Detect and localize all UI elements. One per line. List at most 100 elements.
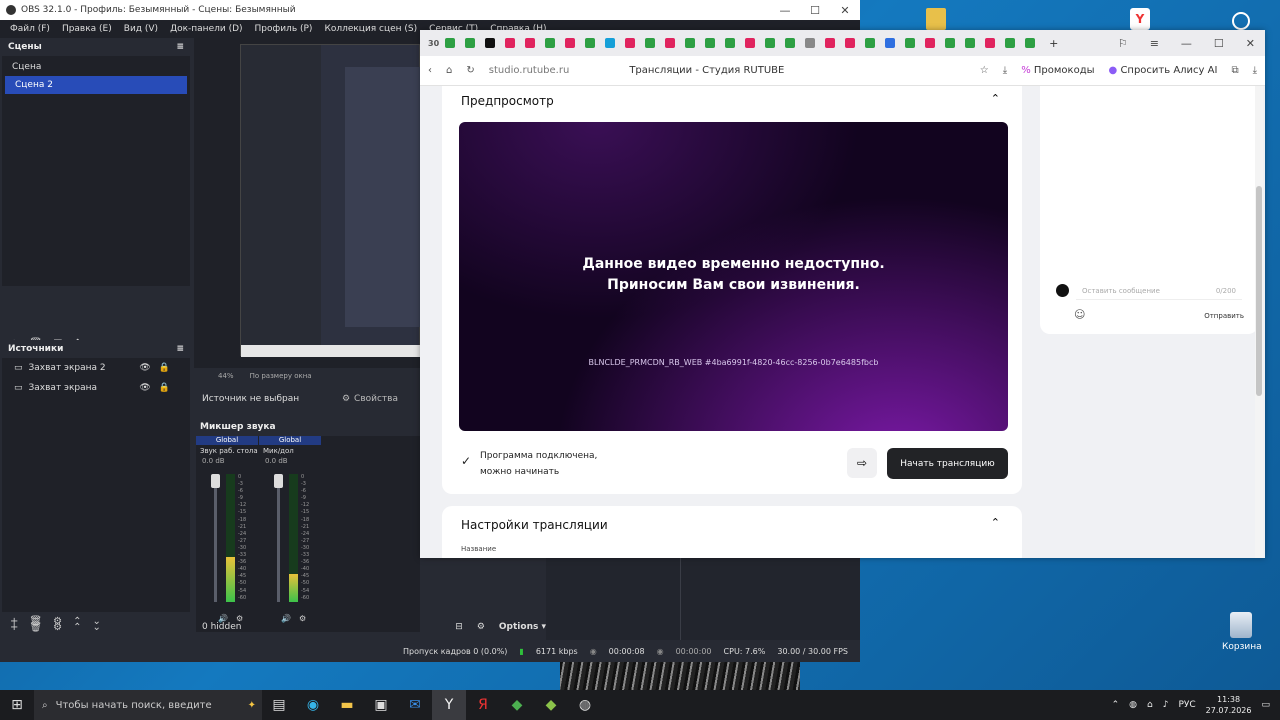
up-icon[interactable]: ⌃ (73, 622, 81, 633)
menu-item[interactable]: Док-панели (D) (164, 24, 248, 34)
start-stream-button[interactable]: Начать трансляцию (887, 448, 1008, 479)
slider-knob[interactable] (211, 474, 220, 488)
alice-button[interactable]: ● Спросить Алису AI (1109, 65, 1218, 76)
tab-counter[interactable]: 30 (428, 39, 439, 48)
extensions-icon[interactable]: ⧉ (1231, 65, 1238, 76)
home-icon[interactable]: ⌂ (446, 65, 452, 76)
obs-taskbar-icon[interactable]: ◍ (568, 690, 602, 720)
slider-knob[interactable] (274, 474, 283, 488)
tray-chevron-icon[interactable]: ⌃ (1112, 700, 1120, 710)
taskbar-search[interactable]: ⌕ Чтобы начать поиск, введите ✦ (34, 690, 262, 720)
recycle-bin-icon[interactable]: Корзина (1222, 612, 1262, 652)
explorer-icon[interactable]: ▬ (330, 690, 364, 720)
lock-icon[interactable]: 🔒 (159, 363, 170, 373)
minimize-button[interactable]: — (770, 4, 800, 17)
download-arrow-icon[interactable]: ⤓ (1253, 65, 1257, 76)
volume-slider[interactable] (211, 474, 220, 602)
zoom-level[interactable]: 44% (218, 372, 234, 380)
tray-app-icon[interactable]: ◍ (1129, 700, 1137, 710)
scrollbar-thumb[interactable] (1256, 186, 1262, 396)
browser-tab[interactable] (685, 38, 696, 48)
minimize-button[interactable]: — (1181, 37, 1192, 50)
lock-icon[interactable]: 🔒 (159, 383, 170, 393)
start-button[interactable]: ⊞ (0, 690, 34, 720)
trash-icon[interactable]: 🗑 (29, 622, 42, 633)
notifications-icon[interactable]: ▭ (1261, 700, 1270, 710)
browser-tab[interactable] (465, 38, 476, 48)
menu-item[interactable]: Вид (V) (118, 24, 164, 34)
app-green-icon[interactable]: ◆ (500, 690, 534, 720)
source-item[interactable]: ▭ Захват экрана 2 👁 🔒 (2, 358, 190, 378)
back-icon[interactable]: ‹ (428, 65, 432, 76)
browser-tab[interactable] (945, 38, 956, 48)
maximize-button[interactable]: ☐ (1214, 37, 1224, 50)
downloads-icon[interactable]: ⤓ (1003, 65, 1007, 76)
gear-icon[interactable]: ⚙ (53, 622, 62, 633)
browser-tab[interactable] (485, 38, 496, 48)
volume-slider[interactable] (274, 474, 283, 602)
scene-item[interactable]: Сцена (2, 58, 190, 76)
clock[interactable]: 11:38 27.07.2026 (1206, 694, 1252, 716)
dock-menu-icon[interactable]: ≡ (176, 344, 184, 354)
browser-tab[interactable] (445, 38, 456, 48)
dock-menu-icon[interactable]: ≡ (176, 42, 184, 52)
video-player[interactable]: Данное видео временно недоступно. Принос… (459, 122, 1008, 431)
add-icon[interactable]: + (10, 622, 18, 633)
browser-tab[interactable] (665, 38, 676, 48)
browser-tab[interactable] (805, 38, 816, 48)
browser-tab[interactable] (645, 38, 656, 48)
browser-tab[interactable] (865, 38, 876, 48)
browser-tab[interactable] (585, 38, 596, 48)
emoji-icon[interactable]: ☺ (1074, 308, 1085, 321)
accessibility-icon[interactable] (1232, 12, 1250, 30)
volume-icon[interactable]: ♪ (1163, 700, 1169, 710)
browser-tab[interactable] (1005, 38, 1016, 48)
browser-tab[interactable] (505, 38, 516, 48)
new-tab-button[interactable]: + (1049, 37, 1058, 50)
browser-tab[interactable] (705, 38, 716, 48)
fit-mode[interactable]: По размеру окна (250, 372, 312, 380)
browser-tab[interactable] (765, 38, 776, 48)
down-icon[interactable]: ⌄ (92, 622, 100, 633)
browser-tab[interactable] (785, 38, 796, 48)
close-button[interactable]: ✕ (830, 4, 860, 17)
browser-tab[interactable] (725, 38, 736, 48)
source-item[interactable]: ▭ Захват экрана 👁 🔒 (2, 378, 190, 398)
maximize-button[interactable]: ☐ (800, 4, 830, 17)
menu-item[interactable]: Файл (F) (4, 24, 56, 34)
yandex-browser-icon[interactable]: Y (432, 690, 466, 720)
share-button[interactable]: ⇨ (847, 448, 877, 478)
browser-tab[interactable] (885, 38, 896, 48)
browser-tab[interactable] (565, 38, 576, 48)
store-icon[interactable]: ▣ (364, 690, 398, 720)
properties-button[interactable]: ⚙ Свойства (342, 394, 398, 404)
browser-tab[interactable] (745, 38, 756, 48)
browser-tab[interactable] (905, 38, 916, 48)
obs-preview[interactable] (194, 38, 421, 368)
yandex-desktop-icon[interactable]: Y (1130, 8, 1150, 30)
browser-tab[interactable] (605, 38, 616, 48)
menu-item[interactable]: Правка (E) (56, 24, 118, 34)
browser-tab[interactable] (545, 38, 556, 48)
yandex-icon[interactable]: Я (466, 690, 500, 720)
reload-icon[interactable]: ↻ (466, 65, 474, 76)
language-indicator[interactable]: РУС (1178, 700, 1195, 710)
browser-tab[interactable] (1025, 38, 1036, 48)
mail-icon[interactable]: ✉ (398, 690, 432, 720)
gear-icon[interactable]: ⚙ (477, 622, 485, 632)
browser-tab[interactable] (525, 38, 536, 48)
browser-tab[interactable] (925, 38, 936, 48)
folder-desktop-icon[interactable] (926, 8, 946, 30)
menu-item[interactable]: Коллекция сцен (S) (318, 24, 423, 34)
chat-input[interactable]: Оставить сообщение 0/200 (1076, 282, 1242, 300)
star-icon[interactable]: ☆ (980, 65, 989, 76)
bookmark-icon[interactable]: ⚐ (1118, 37, 1128, 50)
menu-item[interactable]: Профиль (P) (249, 24, 319, 34)
browser-tab[interactable] (845, 38, 856, 48)
close-button[interactable]: ✕ (1246, 37, 1255, 50)
browser-tab[interactable] (965, 38, 976, 48)
app-green2-icon[interactable]: ◆ (534, 690, 568, 720)
address-bar[interactable]: studio.rutube.ru Трансляции - Студия RUT… (489, 65, 785, 76)
browser-tab[interactable] (825, 38, 836, 48)
task-view-icon[interactable]: ▤ (262, 690, 296, 720)
